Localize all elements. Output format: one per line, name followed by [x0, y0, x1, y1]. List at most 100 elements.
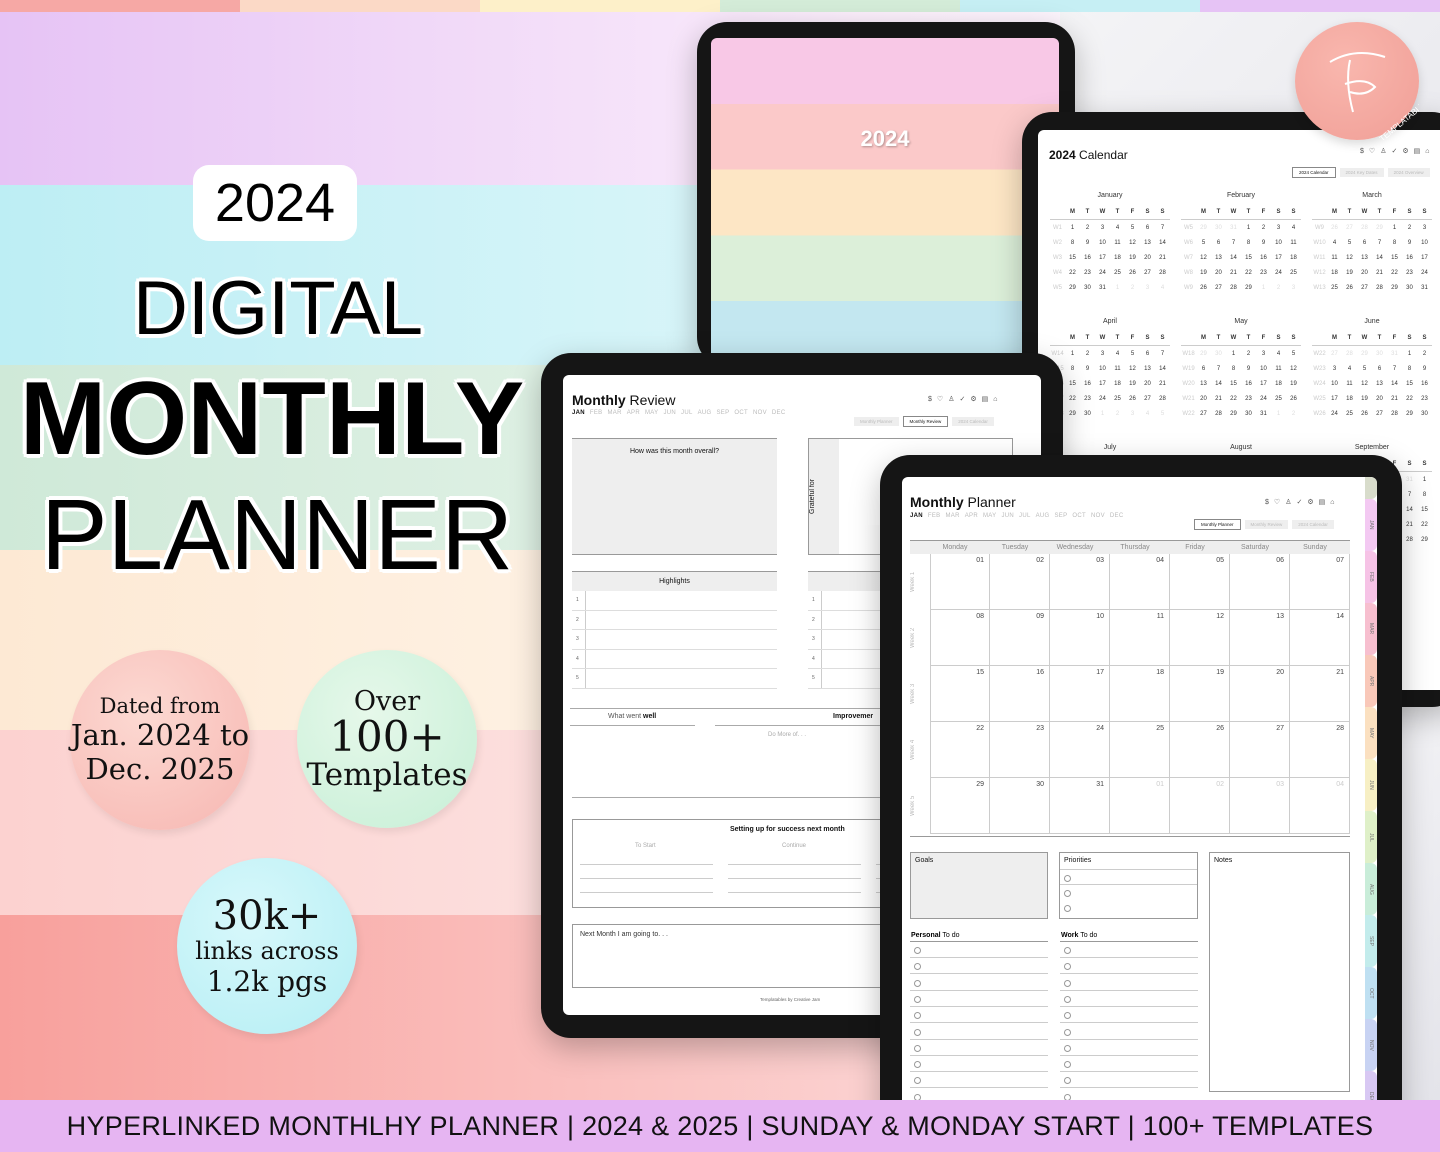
calendar-day[interactable]: 4 [1110, 225, 1125, 231]
todo-checkbox[interactable] [914, 1012, 921, 1020]
calendar-day[interactable]: 15 [1241, 255, 1256, 261]
calendar-day[interactable]: 16 [1417, 381, 1432, 387]
calendar-day[interactable]: 5 [1125, 351, 1140, 357]
calendar-day[interactable]: 7 [1372, 240, 1387, 246]
week-number[interactable]: W13 [1312, 285, 1327, 291]
calendar-day[interactable]: 14 [1155, 366, 1170, 372]
calendar-day[interactable]: 18 [1327, 270, 1342, 276]
calendar-day[interactable]: 30 [1402, 285, 1417, 291]
calendar-day[interactable]: 28 [1387, 411, 1402, 417]
calendar-day[interactable]: 31 [1417, 285, 1432, 291]
week-number[interactable]: W25 [1312, 396, 1327, 402]
todo-checkbox[interactable] [914, 1044, 921, 1052]
calendar-day[interactable]: 14 [1211, 381, 1226, 387]
week-number[interactable]: W14 [1050, 351, 1065, 357]
calendar-day[interactable]: 18 [1342, 396, 1357, 402]
day-cell[interactable]: 14 [1290, 610, 1350, 666]
calendar-day[interactable]: 19 [1196, 270, 1211, 276]
calendar-day[interactable]: 6 [1211, 240, 1226, 246]
calendar-day[interactable]: 1 [1417, 477, 1432, 483]
nav-button[interactable]: 2024 Calendar [952, 417, 994, 426]
calendar-day[interactable]: 23 [1080, 396, 1095, 402]
day-cell[interactable]: 22 [930, 722, 990, 778]
month-tab-jan[interactable]: JAN [572, 410, 585, 416]
week-number[interactable]: W24 [1312, 381, 1327, 387]
week-number[interactable]: W22 [1312, 351, 1327, 357]
calendar-day[interactable]: 21 [1372, 270, 1387, 276]
calendar-day[interactable]: 7 [1226, 240, 1241, 246]
calendar-day[interactable]: 12 [1357, 381, 1372, 387]
calendar-day[interactable]: 17 [1271, 255, 1286, 261]
calendar-day[interactable]: 2 [1080, 351, 1095, 357]
calendar-day[interactable]: 22 [1226, 396, 1241, 402]
month-tab-mar[interactable]: MAR [607, 410, 621, 416]
calendar-day[interactable]: 16 [1402, 255, 1417, 261]
heart-icon[interactable]: ♡ [937, 396, 948, 403]
calendar-day[interactable]: 22 [1417, 522, 1432, 528]
day-cell[interactable]: 12 [1170, 610, 1230, 666]
month-side-tab-jul[interactable]: JUL [1365, 811, 1377, 863]
calendar-day[interactable]: 4 [1140, 411, 1155, 417]
calendar-day[interactable]: 18 [1110, 255, 1125, 261]
calendar-day[interactable]: 3 [1125, 411, 1140, 417]
day-cell[interactable]: 10 [1050, 610, 1110, 666]
calendar-day[interactable]: 8 [1065, 366, 1080, 372]
calendar-day[interactable]: 25 [1110, 396, 1125, 402]
calendar-day[interactable]: 26 [1357, 411, 1372, 417]
write-line[interactable] [728, 878, 861, 879]
month-tab-nov[interactable]: NOV [1091, 513, 1105, 519]
month-tab-dec[interactable]: DEC [1110, 513, 1124, 519]
calendar-day[interactable]: 7 [1155, 351, 1170, 357]
day-cell[interactable]: 26 [1170, 722, 1230, 778]
calendar-day[interactable]: 28 [1155, 270, 1170, 276]
week-label[interactable]: Week 1 [910, 554, 926, 610]
calendar-day[interactable]: 14 [1372, 255, 1387, 261]
todo-checkbox[interactable] [914, 979, 921, 987]
priority-checkbox[interactable] [1064, 875, 1071, 882]
day-cell[interactable]: 01 [930, 554, 990, 610]
calendar-day[interactable]: 27 [1327, 351, 1342, 357]
week-number[interactable]: W6 [1181, 240, 1196, 246]
calendar-day[interactable]: 25 [1327, 285, 1342, 291]
calendar-day[interactable]: 26 [1327, 225, 1342, 231]
calendar-day[interactable]: 13 [1140, 240, 1155, 246]
day-cell[interactable]: 19 [1170, 666, 1230, 722]
nav-button[interactable]: 2024 Calendar [1292, 167, 1336, 178]
calendar-day[interactable]: 26 [1286, 396, 1301, 402]
calendar-day[interactable]: 29 [1065, 411, 1080, 417]
calendar-day[interactable]: 9 [1080, 366, 1095, 372]
calendar-day[interactable]: 15 [1065, 381, 1080, 387]
write-line[interactable] [728, 864, 861, 865]
calendar-day[interactable]: 21 [1402, 522, 1417, 528]
person-icon[interactable]: ♙ [1380, 148, 1391, 155]
week-number[interactable]: W26 [1312, 411, 1327, 417]
priority-checkbox[interactable] [1064, 890, 1071, 897]
calendar-day[interactable]: 14 [1226, 255, 1241, 261]
calendar-day[interactable]: 3 [1095, 351, 1110, 357]
home-icon[interactable]: ⌂ [1330, 499, 1339, 506]
calendar-day[interactable]: 29 [1417, 537, 1432, 543]
calendar-day[interactable]: 2 [1402, 225, 1417, 231]
calendar-day[interactable]: 30 [1241, 411, 1256, 417]
calendar-day[interactable]: 30 [1080, 285, 1095, 291]
nav-button[interactable]: Monthly Planner [854, 417, 899, 426]
calendar-day[interactable]: 24 [1095, 270, 1110, 276]
calendar-day[interactable]: 5 [1196, 240, 1211, 246]
calendar-day[interactable]: 24 [1256, 396, 1271, 402]
calendar-day[interactable]: 1 [1387, 225, 1402, 231]
calendar-day[interactable]: 17 [1417, 255, 1432, 261]
week-number[interactable]: W23 [1312, 366, 1327, 372]
todo-checkbox[interactable] [914, 1028, 921, 1036]
dollar-icon[interactable]: $ [1265, 499, 1274, 506]
overall-box[interactable]: How was this month overall? [572, 438, 777, 555]
calendar-day[interactable]: 21 [1155, 381, 1170, 387]
dollar-icon[interactable]: $ [1360, 148, 1369, 155]
calendar-day[interactable]: 28 [1357, 225, 1372, 231]
calendar-day[interactable]: 8 [1065, 240, 1080, 246]
calendar-day[interactable]: 30 [1372, 351, 1387, 357]
calendar-day[interactable]: 6 [1140, 225, 1155, 231]
todo-checkbox[interactable] [914, 947, 921, 954]
month-side-tab-apr[interactable]: APR [1365, 655, 1377, 707]
todo-checkbox[interactable] [914, 995, 921, 1003]
month-tab-nov[interactable]: NOV [753, 410, 767, 416]
